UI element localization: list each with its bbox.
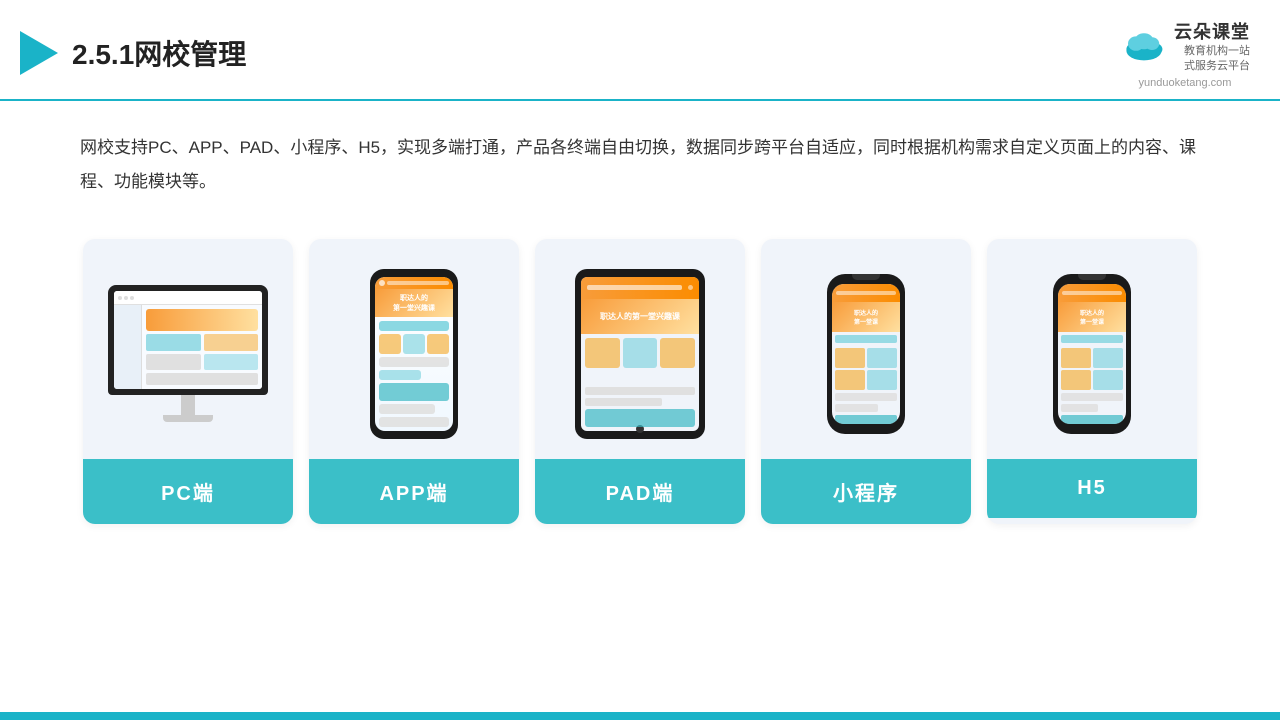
logo-url: yunduoketang.com xyxy=(1139,77,1232,89)
page-title: 2.5.1网校管理 xyxy=(72,33,246,73)
h5-phone-notch xyxy=(1078,274,1106,280)
description-paragraph: 网校支持PC、APP、PAD、小程序、H5，实现多端打通，产品各终端自由切换，数… xyxy=(80,131,1200,199)
phone-notch xyxy=(399,269,429,277)
play-icon xyxy=(20,31,58,75)
card-app: 职达人的第一堂兴趣课 xyxy=(309,239,519,524)
card-pc: PC端 xyxy=(83,239,293,524)
cards-container: PC端 职达人的第一堂兴趣课 xyxy=(0,209,1280,554)
card-h5: 职达人的第一堂课 xyxy=(987,239,1197,524)
logo-area: 云朵课堂 教育机构一站式服务云平台 yunduoketang.com xyxy=(1120,18,1250,89)
logo-name: 云朵课堂 xyxy=(1174,18,1250,44)
page-header: 2.5.1网校管理 云朵课堂 教育机构一站式服务云平台 yunduoketang… xyxy=(0,0,1280,101)
card-app-image: 职达人的第一堂兴趣课 xyxy=(309,239,519,459)
card-pad-image: 职达人的第一堂兴趣课 xyxy=(535,239,745,459)
card-miniprogram: 职达人的第一堂课 xyxy=(761,239,971,524)
miniprogram-phone-mockup: 职达人的第一堂课 xyxy=(827,274,905,434)
card-pc-image xyxy=(83,239,293,459)
app-phone-mockup: 职达人的第一堂兴趣课 xyxy=(370,269,458,439)
logo-tagline: 教育机构一站式服务云平台 xyxy=(1174,44,1250,75)
logo-cloud: 云朵课堂 教育机构一站式服务云平台 xyxy=(1120,18,1250,75)
h5-phone-mockup: 职达人的第一堂课 xyxy=(1053,274,1131,434)
card-app-label: APP端 xyxy=(309,459,519,524)
small-phone-notch xyxy=(852,274,880,280)
card-h5-image: 职达人的第一堂课 xyxy=(987,239,1197,459)
description-text: 网校支持PC、APP、PAD、小程序、H5，实现多端打通，产品各终端自由切换，数… xyxy=(0,101,1280,209)
card-h5-label: H5 xyxy=(987,459,1197,518)
card-pad: 职达人的第一堂兴趣课 xyxy=(535,239,745,524)
pc-mockup xyxy=(103,285,273,422)
cloud-icon xyxy=(1120,30,1168,62)
card-miniprogram-label: 小程序 xyxy=(761,459,971,524)
card-pc-label: PC端 xyxy=(83,459,293,524)
logo-text: 云朵课堂 教育机构一站式服务云平台 xyxy=(1174,18,1250,75)
card-pad-label: PAD端 xyxy=(535,459,745,524)
pad-tablet-mockup: 职达人的第一堂兴趣课 xyxy=(575,269,705,439)
card-miniprogram-image: 职达人的第一堂课 xyxy=(761,239,971,459)
bottom-bar xyxy=(0,712,1280,720)
header-left: 2.5.1网校管理 xyxy=(20,31,246,75)
